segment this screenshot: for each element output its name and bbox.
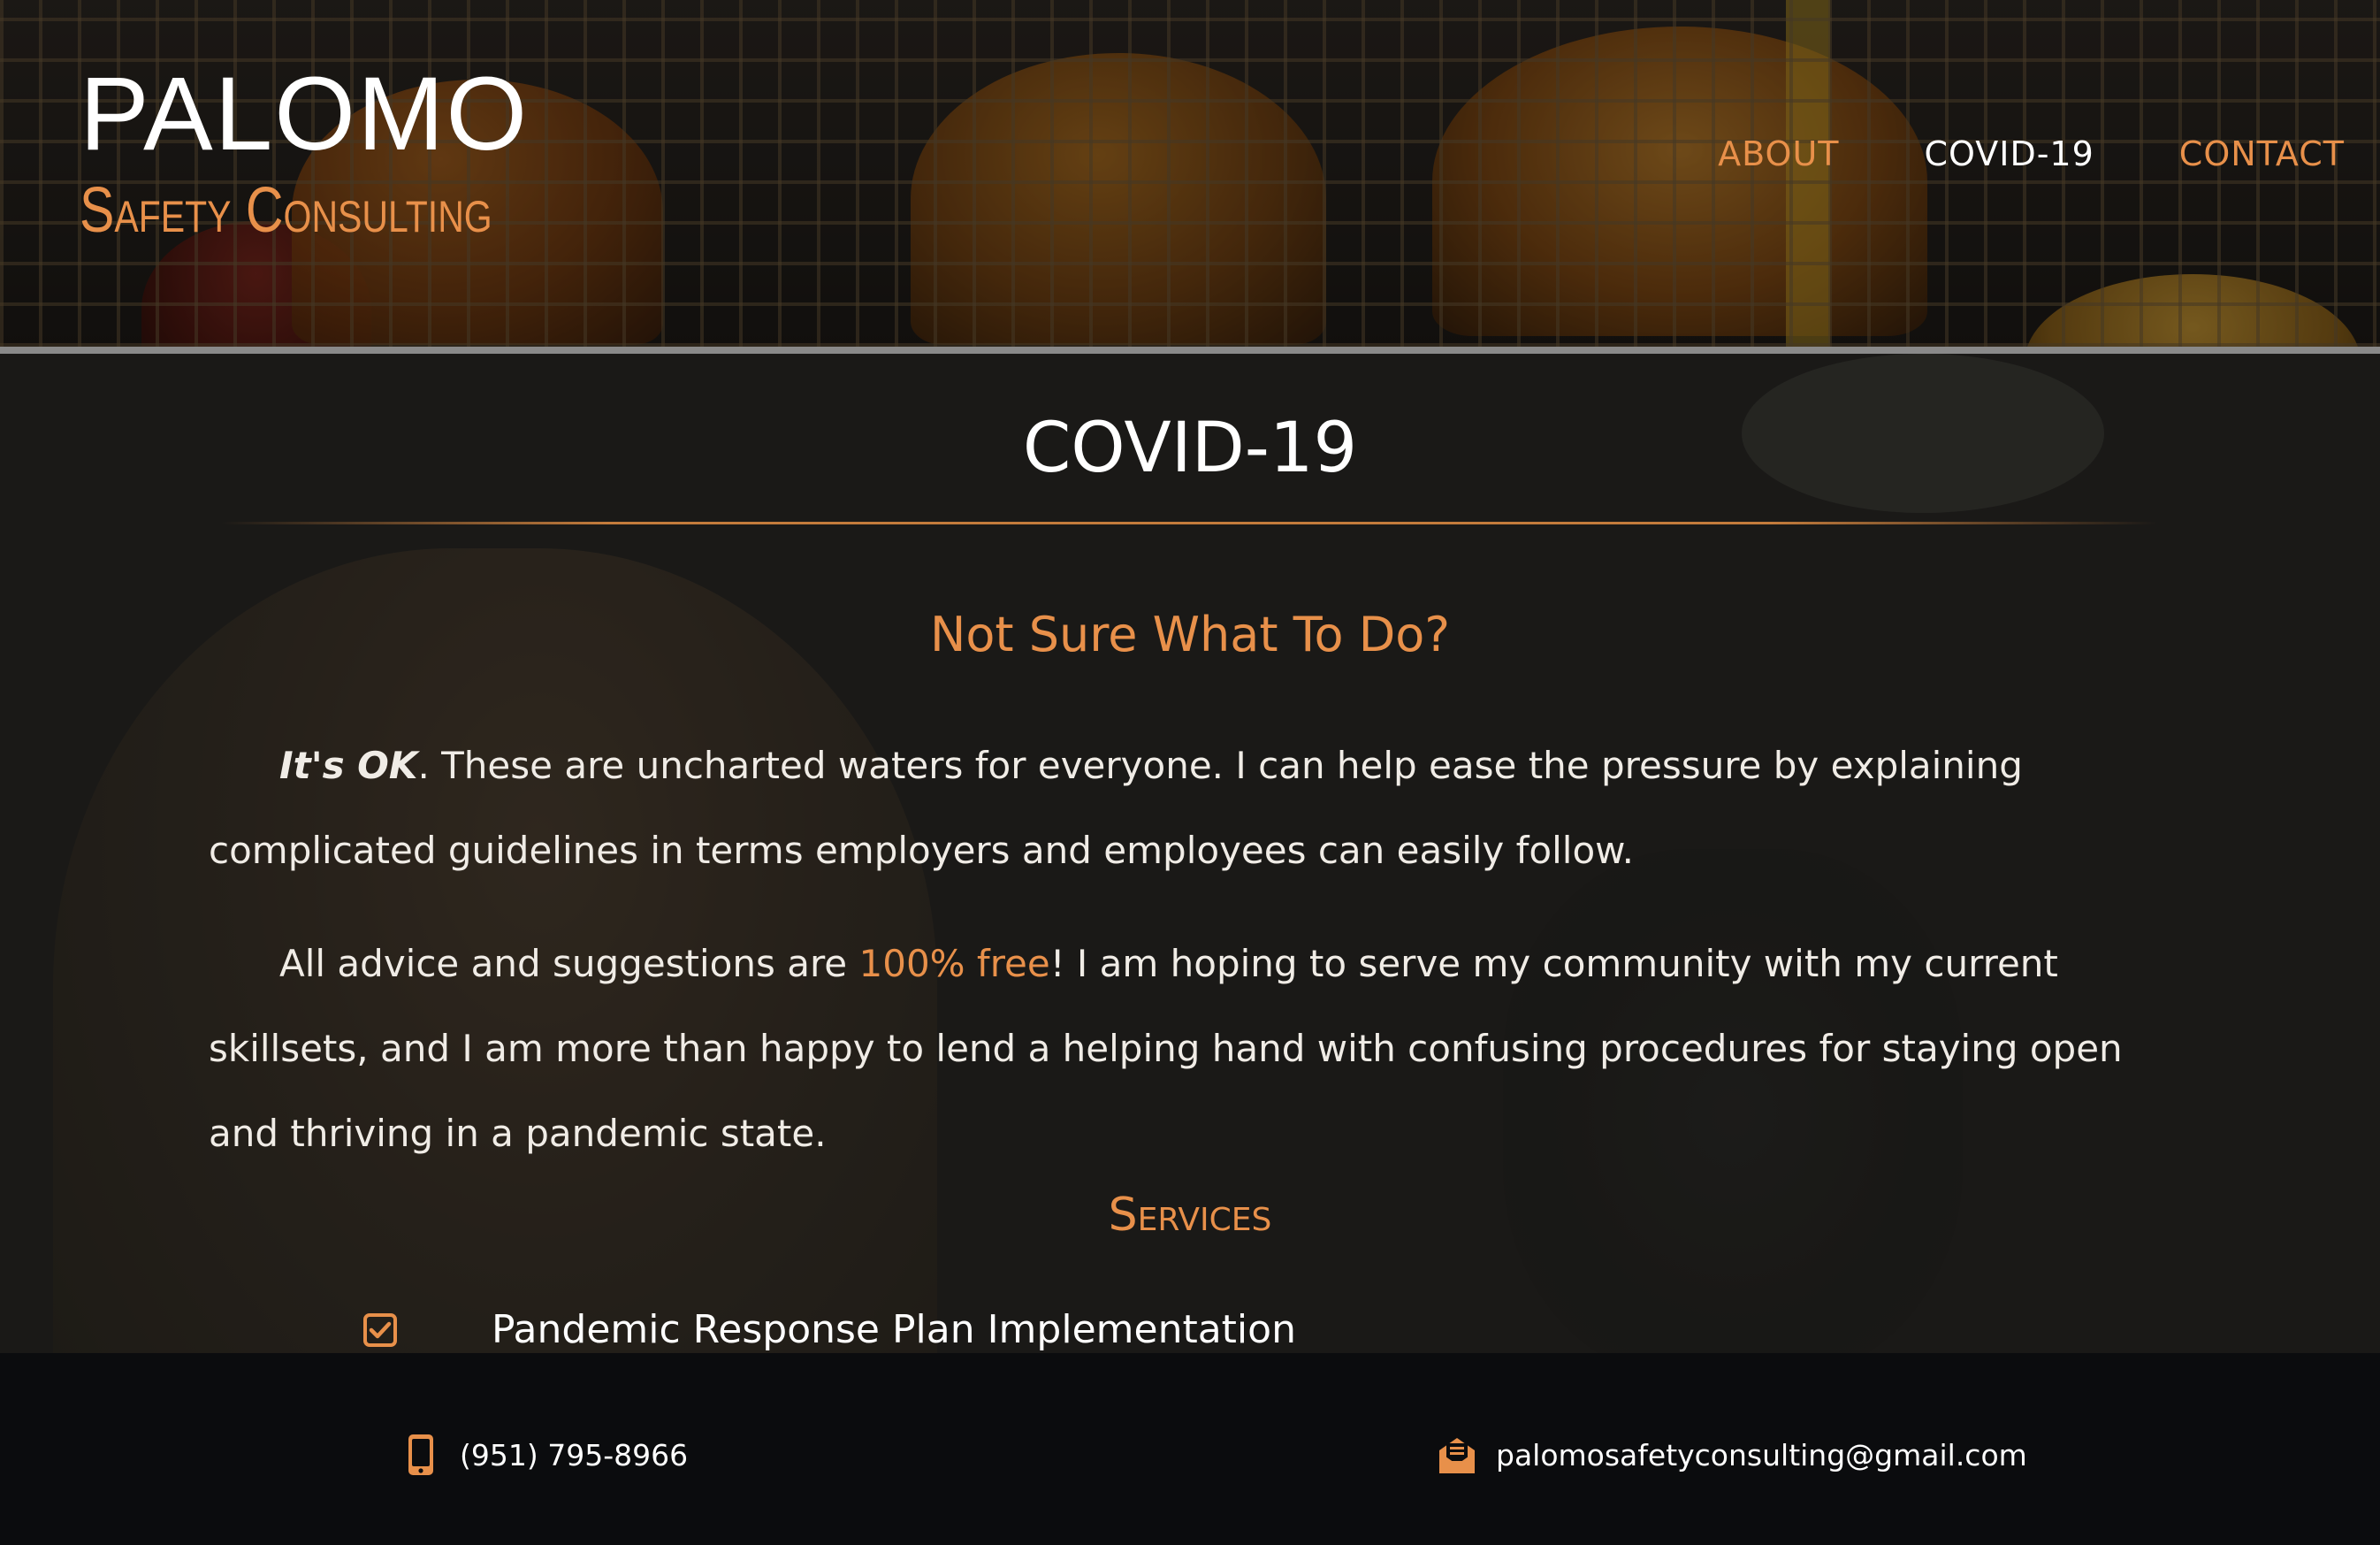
site-footer: (951) 795-8966 palomosafetyconsulting@gm… xyxy=(0,1353,2380,1545)
brand-name: PALOMO xyxy=(80,56,530,172)
service-label: Pandemic Response Plan Implementation xyxy=(492,1307,1296,1352)
section-subheading: Not Sure What To Do? xyxy=(929,607,1450,662)
services-heading: Services xyxy=(1108,1189,1272,1242)
nav-item-covid-19[interactable]: COVID-19 xyxy=(1924,134,2094,173)
email-address: palomosafetyconsulting@gmail.com xyxy=(1496,1437,2027,1472)
checkbox-checked-icon xyxy=(363,1312,397,1347)
title-divider xyxy=(221,522,2157,524)
paragraph-text: . These are uncharted waters for everyon… xyxy=(209,744,2023,872)
service-list-item: Pandemic Response Plan Implementation xyxy=(362,1307,1296,1352)
email-link[interactable]: palomosafetyconsulting@gmail.com xyxy=(1436,1433,2027,1477)
phone-number: (951) 795-8966 xyxy=(460,1437,689,1472)
main-nav: ABOUT COVID-19 CONTACT xyxy=(1718,134,2345,173)
paragraph-text: All advice and suggestions are xyxy=(279,942,859,985)
nav-item-about[interactable]: ABOUT xyxy=(1718,134,1839,173)
intro-paragraph: It's OK. These are uncharted waters for … xyxy=(209,723,2189,893)
brand-logo-link[interactable]: PALOMO Safety Consulting xyxy=(80,62,583,242)
header-divider xyxy=(0,347,2380,354)
brand-tagline: Safety Consulting xyxy=(80,175,492,246)
nav-item-contact[interactable]: CONTACT xyxy=(2179,134,2345,173)
envelope-open-icon xyxy=(1439,1438,1475,1473)
free-advice-paragraph: All advice and suggestions are 100% free… xyxy=(209,922,2189,1176)
mobile-phone-icon xyxy=(408,1434,433,1475)
page-title: COVID-19 xyxy=(1022,409,1358,488)
highlight-text: 100% free xyxy=(858,942,1050,985)
phone-link[interactable]: (951) 795-8966 xyxy=(400,1433,688,1477)
emphasis-text: It's OK xyxy=(279,744,418,787)
site-header: PALOMO Safety Consulting ABOUT COVID-19 … xyxy=(0,0,2380,347)
main-content: COVID-19 Not Sure What To Do? It's OK. T… xyxy=(0,354,2380,1353)
